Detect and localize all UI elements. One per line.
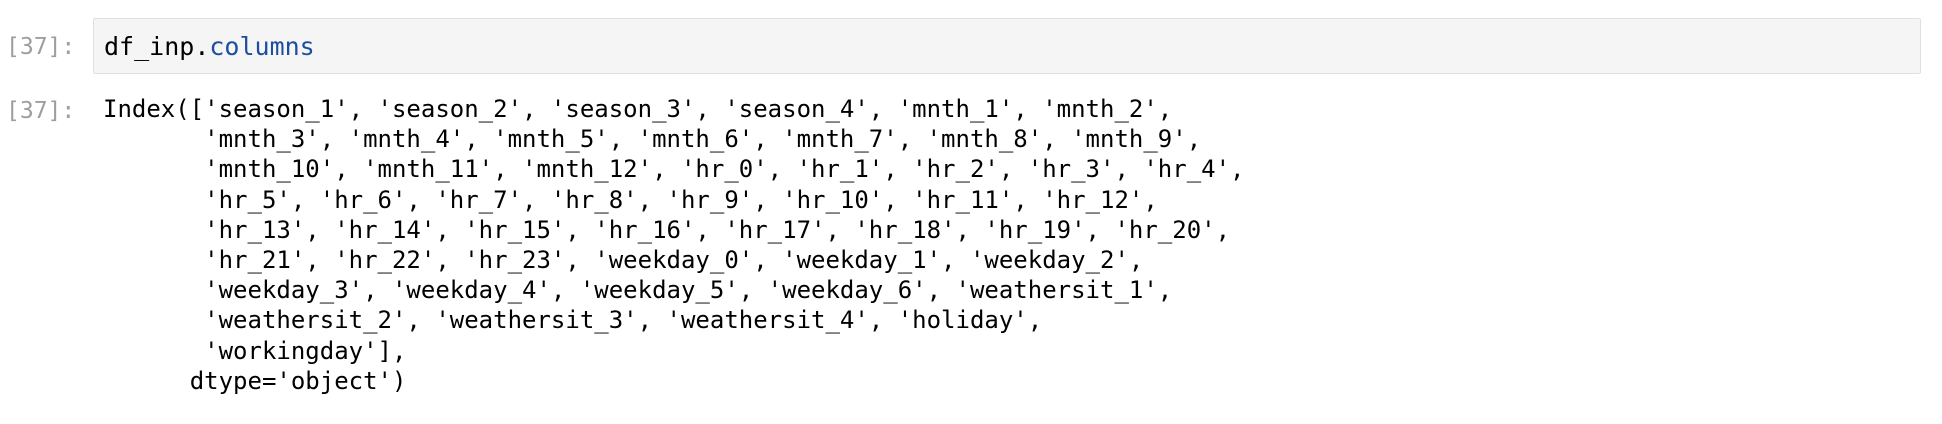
output-area: Index(['season_1', 'season_2', 'season_3…	[103, 94, 1903, 396]
input-cell[interactable]: [37]: df_inp.columns	[0, 18, 1942, 76]
code-editor[interactable]: df_inp.columns	[93, 18, 1921, 74]
output-prompt: [37]:	[6, 98, 76, 124]
code-object-token: df_inp	[104, 32, 195, 61]
code-attribute-token: columns	[209, 32, 315, 61]
output-cell: [37]: Index(['season_1', 'season_2', 'se…	[0, 94, 1942, 414]
input-prompt: [37]:	[6, 34, 76, 60]
code-dot-token: .	[194, 32, 210, 61]
code-line[interactable]: df_inp.columns	[104, 32, 315, 62]
output-text: Index(['season_1', 'season_2', 'season_3…	[103, 95, 1245, 395]
